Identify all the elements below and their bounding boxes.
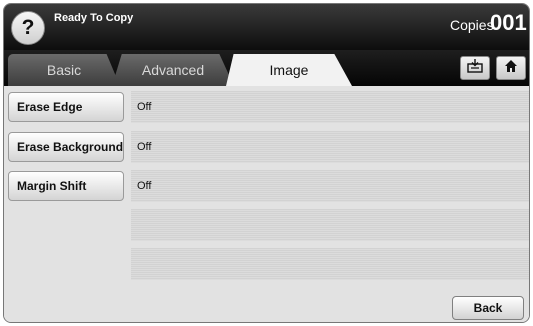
margin-shift-value: Off xyxy=(131,170,529,202)
copies-count[interactable]: 001 xyxy=(490,10,527,36)
help-button[interactable]: ? xyxy=(11,11,45,45)
tab-basic[interactable]: Basic xyxy=(8,54,120,86)
status-text: Ready To Copy xyxy=(54,12,134,24)
job-status-icon xyxy=(466,58,484,79)
erase-edge-button[interactable]: Erase Edge xyxy=(8,92,124,122)
margin-shift-button[interactable]: Margin Shift xyxy=(8,171,124,201)
tab-image[interactable]: Image xyxy=(226,54,352,86)
erase-background-value: Off xyxy=(131,131,529,163)
empty-row xyxy=(131,209,529,241)
image-options-panel: Erase Edge Off Erase Background Off Marg… xyxy=(4,86,529,322)
back-button[interactable]: Back xyxy=(452,296,524,320)
empty-row xyxy=(131,248,529,280)
tab-bar: Basic Advanced Image xyxy=(4,50,529,86)
erase-edge-value: Off xyxy=(131,91,529,123)
copy-screen: ? Ready To Copy Copies 001 Basic Advance… xyxy=(3,3,530,323)
home-icon xyxy=(504,59,518,78)
home-button[interactable] xyxy=(496,56,526,80)
erase-background-button[interactable]: Erase Background xyxy=(8,132,124,162)
tab-advanced[interactable]: Advanced xyxy=(112,54,234,86)
job-status-button[interactable] xyxy=(460,56,490,80)
header-bar: ? Ready To Copy Copies 001 xyxy=(4,4,529,50)
copies-label: Copies xyxy=(450,17,494,33)
